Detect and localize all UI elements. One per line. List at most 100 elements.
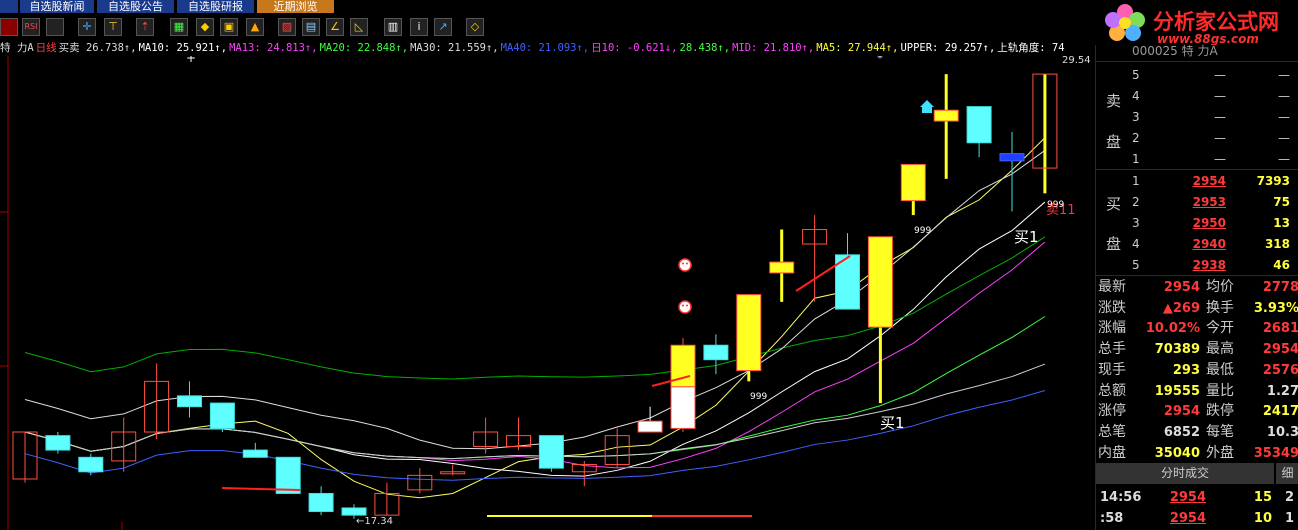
sell-order-row[interactable]: 4 — — (1096, 86, 1298, 107)
buy-order-row[interactable]: 2 2953 75 (1096, 192, 1298, 213)
angle-icon[interactable]: ∠ (326, 18, 344, 36)
order-level: 3 (1132, 110, 1140, 124)
order-price: 2940 (1192, 237, 1226, 251)
stat-label: 内盘 (1098, 444, 1126, 461)
indicator-value: MA13: 24.813↑, (229, 42, 318, 54)
stat-label: 涨幅 (1098, 320, 1126, 337)
candle-body (45, 435, 71, 451)
indicator-value: 日线 (35, 42, 57, 54)
weight-icon[interactable]: ⇡ (136, 18, 154, 36)
crosshair-icon[interactable]: ✛ (78, 18, 96, 36)
flower-logo-icon (1105, 4, 1145, 41)
stat-value: 2954 (1163, 280, 1200, 295)
sell-order-row[interactable]: 3 — — (1096, 107, 1298, 128)
info-icon[interactable]: i (410, 18, 428, 36)
stat-value: 10.02% (1145, 321, 1200, 337)
stat-label: 涨停 (1098, 403, 1126, 420)
indicator-value: 日10: -0.621↓, (591, 42, 678, 54)
ruler-icon[interactable]: ▣ (220, 18, 238, 36)
candle-body (703, 344, 729, 361)
order-volume: — (1278, 110, 1290, 124)
palette-icon[interactable]: ▦ (170, 18, 188, 36)
sell-order-row[interactable]: 1 — — (1096, 149, 1298, 170)
signal-999-label: 999 (750, 392, 767, 402)
buy-order-row[interactable]: 1 2954 7393 (1096, 171, 1298, 192)
star-marker-icon: * (877, 56, 883, 65)
candle-body (933, 109, 959, 122)
stat-label: 最低 (1206, 361, 1234, 378)
stat-value: 1.27 (1266, 383, 1298, 399)
stat-value: 6852 (1163, 424, 1200, 440)
indicator-value: MA30: 21.559↑, (410, 42, 499, 54)
draw-tool-icon[interactable]: ⊤ (104, 18, 122, 36)
tab-recent-browsed[interactable]: 近期浏览 (257, 0, 334, 13)
tick-volume: 15 (1253, 490, 1272, 505)
tab-watchlist-announcements[interactable]: 自选股公告 (97, 0, 174, 13)
order-volume: — (1278, 152, 1290, 166)
tick-price: 2954 (1169, 490, 1206, 505)
signal-999-label: 999 (1047, 200, 1064, 210)
stat-label: 总额 (1098, 382, 1126, 399)
alarm-bell-icon[interactable]: ▲ (246, 18, 264, 36)
price-low-label: ←17.34 (356, 516, 393, 527)
smiley-icon (686, 304, 688, 307)
indicator-bar: 特 力A 日线 买卖 26.738↑, MA10: 25.921↑, MA13: 24.… (0, 40, 1095, 56)
order-volume: 7393 (1256, 174, 1290, 188)
order-volume: — (1278, 131, 1290, 145)
tick-detail-tab[interactable]: 细 (1276, 463, 1298, 484)
tick-time: :58 (1100, 511, 1124, 526)
picture-icon[interactable]: ▤ (302, 18, 320, 36)
diamond-icon[interactable]: ◇ (466, 18, 484, 36)
order-volume: — (1278, 68, 1290, 82)
stat-value: 2576 (1262, 362, 1298, 378)
stat-value: 3.93% (1253, 300, 1298, 316)
order-volume: 13 (1273, 216, 1290, 230)
rsi-icon[interactable]: RSI (22, 18, 40, 36)
tick-count: 2 (1284, 490, 1294, 505)
stock-code: 000025 特 力A (1132, 44, 1218, 58)
chart-switch-icon[interactable] (46, 18, 64, 36)
smiley-icon (678, 258, 692, 272)
triangle-ruler-icon[interactable]: ◺ (350, 18, 368, 36)
price-high-label: 29.54 (1062, 56, 1091, 66)
tick-tab[interactable]: 分时成交 (1096, 463, 1274, 484)
order-level: 5 (1132, 258, 1140, 272)
buy-order-row[interactable]: 4 2940 318 (1096, 234, 1298, 255)
candle-body (966, 106, 992, 144)
buy-signal-label: 买1 (1014, 228, 1039, 246)
order-price: — (1214, 152, 1226, 166)
order-price: — (1214, 131, 1226, 145)
smiley-icon (682, 304, 684, 307)
order-price: 2938 (1192, 258, 1226, 272)
candle-body (736, 294, 762, 372)
tab-watchlist-research[interactable]: 自选股研报 (177, 0, 254, 13)
order-price: — (1214, 89, 1226, 103)
order-volume: 46 (1273, 258, 1290, 272)
order-level: 4 (1132, 89, 1140, 103)
site-logo: 分析家公式网 www.88gs.com (1095, 0, 1298, 46)
stat-value: 70389 (1154, 342, 1200, 358)
buy-order-row[interactable]: 5 2938 46 (1096, 255, 1298, 276)
table-icon[interactable]: ▥ (384, 18, 402, 36)
indicator-value: 买卖 26.738↑, (58, 42, 137, 54)
stats-chart-icon[interactable]: ▨ (278, 18, 296, 36)
candle-body (538, 435, 564, 469)
quote-panel: 000025 特 力A 卖 盘 5— —4— —3— —2— —1— — 买 盘 1 295… (1095, 44, 1298, 530)
stat-label: 跌停 (1206, 403, 1234, 420)
warning-icon[interactable]: ◆ (196, 18, 214, 36)
trend-icon[interactable]: ↗ (434, 18, 452, 36)
indicator-value: MA5: 27.944↑, (816, 42, 899, 54)
tick-count: 1 (1284, 511, 1294, 526)
buy-order-row[interactable]: 3 2950 13 (1096, 213, 1298, 234)
indicator-value: MID: 21.810↑, (732, 42, 815, 54)
tab-watchlist-news[interactable]: 自选股新闻 (20, 0, 94, 13)
order-level: 1 (1132, 152, 1140, 166)
tab-blank[interactable] (0, 0, 18, 13)
sell-order-row[interactable]: 2 — — (1096, 128, 1298, 149)
buy-signal-label: 买1 (880, 414, 905, 432)
price-chart[interactable]: 29.54←17.34买1买1卖11999999999+ * (0, 56, 1095, 530)
k-line-icon[interactable] (0, 18, 18, 36)
sell-order-row[interactable]: 5 — — (1096, 65, 1298, 86)
stat-value: ▲269 (1162, 300, 1200, 316)
toolbar: RSI ✛ ⊤ ⇡ ▦ ◆ ▣ ▲ ▨ ▤ ∠ ◺ ▥ i ↗ ◇ (0, 14, 1095, 40)
